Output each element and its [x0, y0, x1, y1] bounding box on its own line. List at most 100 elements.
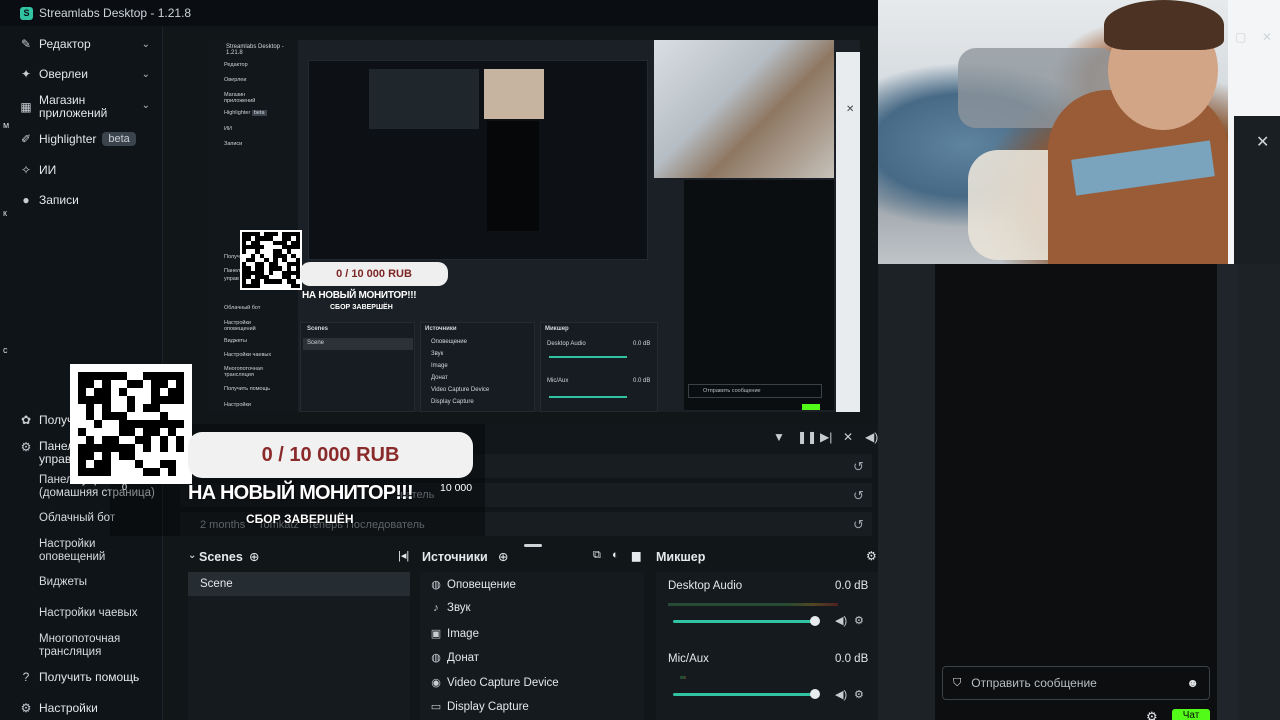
sidebar-item-ai[interactable]: ✧ ИИ [18, 163, 158, 177]
sidebar-item-alert-settings[interactable]: Настройки оповещений [39, 538, 159, 564]
qr-module [118, 460, 127, 468]
sidebar-item-multistream[interactable]: Многопоточная трансляция [39, 633, 159, 659]
highlighter-icon: ✐ [20, 132, 32, 146]
nested-source-item: Image [431, 363, 448, 369]
volume-icon[interactable]: ◀) [865, 430, 878, 444]
qr-module [86, 388, 95, 396]
chevron-down-icon[interactable]: ⌄ [142, 69, 150, 80]
source-item[interactable]: ▭ Display Capture [430, 700, 529, 714]
qr-module [175, 420, 184, 428]
nested-nav-item: Магазин приложений [224, 92, 256, 104]
sidebar-item-tip-settings[interactable]: Настройки чаевых [39, 607, 159, 620]
nested-deep-cam [484, 69, 544, 119]
qr-module [143, 444, 152, 452]
close-icon[interactable]: ✕ [1262, 30, 1272, 44]
qr-module [86, 412, 95, 420]
qr-module [86, 452, 95, 460]
sidebar-item-help[interactable]: ? Получить помощь [18, 670, 158, 684]
qr-code-small [240, 230, 302, 290]
source-item[interactable]: ◍ Донат [430, 651, 480, 665]
qr-module [126, 468, 136, 476]
qr-module [78, 412, 87, 420]
chevron-down-icon[interactable]: ⌄ [142, 39, 150, 50]
volume-slider-knob[interactable] [810, 616, 820, 626]
pause-icon[interactable]: ❚❚ [797, 430, 817, 444]
nested-source-item: Оповещение [431, 339, 467, 345]
source-item[interactable]: ♪ Звук [430, 602, 471, 614]
volume-slider[interactable] [673, 620, 815, 623]
source-label: Донат [447, 651, 480, 664]
source-group-icon[interactable]: ⧉ [593, 549, 601, 562]
source-label: Звук [447, 602, 471, 614]
sidebar-item-settings[interactable]: ⚙ Настройки [18, 701, 158, 715]
speaker-icon[interactable]: ◀) [835, 688, 847, 701]
sidebar-item-editor[interactable]: ✎ Редактор ⌄ [18, 37, 158, 51]
source-item[interactable]: ◉ Video Capture Device [430, 676, 558, 690]
repeat-alert-icon[interactable]: ↺ [853, 517, 864, 533]
source-item[interactable]: ◍ Оповещение [430, 578, 516, 592]
qr-module [94, 444, 103, 452]
volume-slider[interactable] [673, 693, 815, 696]
close-icon[interactable]: ✕ [1256, 132, 1269, 152]
qr-module [167, 452, 176, 460]
qr-module [94, 452, 103, 460]
sidebar-item-app-store[interactable]: ▦ Магазин приложений ⌄ [18, 94, 158, 120]
source-label: Image [447, 627, 479, 640]
stream-preview[interactable]: Streamlabs Desktop - 1.21.8 Редактор Ове… [208, 40, 860, 412]
gear-icon[interactable]: ⚙ [1146, 709, 1158, 720]
gear-icon[interactable]: ⚙ [854, 688, 864, 701]
source-item[interactable]: ▣ Image [430, 627, 479, 641]
add-source-icon[interactable]: ⊕ [498, 549, 508, 564]
qr-module [143, 428, 152, 436]
qr-module [167, 380, 176, 388]
resize-handle[interactable] [524, 544, 542, 547]
gear-icon[interactable]: ⚙ [854, 614, 864, 627]
qr-module [143, 468, 152, 476]
chat-scrollbar[interactable] [1217, 264, 1237, 720]
filter-icon[interactable]: ▼ [773, 430, 785, 444]
sidebar-item-widgets[interactable]: Виджеты [39, 576, 159, 589]
nested-close-icon: ✕ [846, 104, 855, 115]
repeat-alert-icon[interactable]: ↺ [853, 488, 864, 504]
qr-module [175, 444, 184, 452]
qr-module [118, 404, 127, 412]
skip-icon[interactable]: ▶| [820, 430, 832, 444]
qr-module [78, 444, 87, 452]
repeat-alert-icon[interactable]: ↺ [853, 459, 864, 475]
chat-input[interactable]: ⛉ Отправить сообщение ☻ [942, 666, 1210, 700]
qr-module [151, 380, 160, 388]
transition-icon[interactable]: |◂| [398, 549, 409, 562]
qr-module [126, 444, 136, 452]
qr-module [118, 380, 127, 388]
chevron-down-icon[interactable]: ⌄ [142, 100, 150, 111]
studio-mode-icon[interactable]: ◐ [612, 549, 619, 561]
mute-alerts-icon[interactable]: ✕ [843, 430, 853, 444]
goal-progress: 0 / 10 000 RUB [188, 432, 473, 478]
qr-module [102, 436, 111, 444]
sidebar-item-highlighter[interactable]: ✐ Highlighter beta [18, 132, 158, 146]
qr-module [86, 372, 95, 380]
sidebar-item-overlays[interactable]: ✦ Оверлеи ⌄ [18, 67, 158, 81]
chat-input-placeholder: Отправить сообщение [971, 676, 1097, 690]
ai-icon: ✧ [20, 163, 32, 177]
qr-module [86, 428, 95, 436]
speaker-icon[interactable]: ◀) [835, 614, 847, 627]
maximize-icon[interactable]: ▢ [1235, 30, 1246, 44]
qr-module [175, 468, 184, 476]
folder-icon[interactable]: ▆ [632, 549, 640, 562]
chat-send-button[interactable]: Чат [1172, 709, 1210, 720]
chat-messages [935, 264, 1217, 720]
emoji-icon[interactable]: ☻ [1186, 676, 1199, 690]
qr-module [102, 388, 111, 396]
sidebar-item-recordings[interactable]: ● Записи [18, 193, 158, 207]
nested-nav-item: Записи [224, 141, 243, 147]
goal-min: 0 [122, 482, 128, 492]
qr-module [126, 404, 136, 412]
volume-slider-knob[interactable] [810, 689, 820, 699]
collapse-icon[interactable]: ⌄ [188, 550, 196, 561]
add-scene-icon[interactable]: ⊕ [249, 549, 259, 564]
gear-icon[interactable]: ⚙ [866, 549, 877, 563]
scene-item[interactable]: Scene [188, 572, 410, 596]
qr-module [118, 452, 127, 460]
qr-module [175, 412, 184, 420]
